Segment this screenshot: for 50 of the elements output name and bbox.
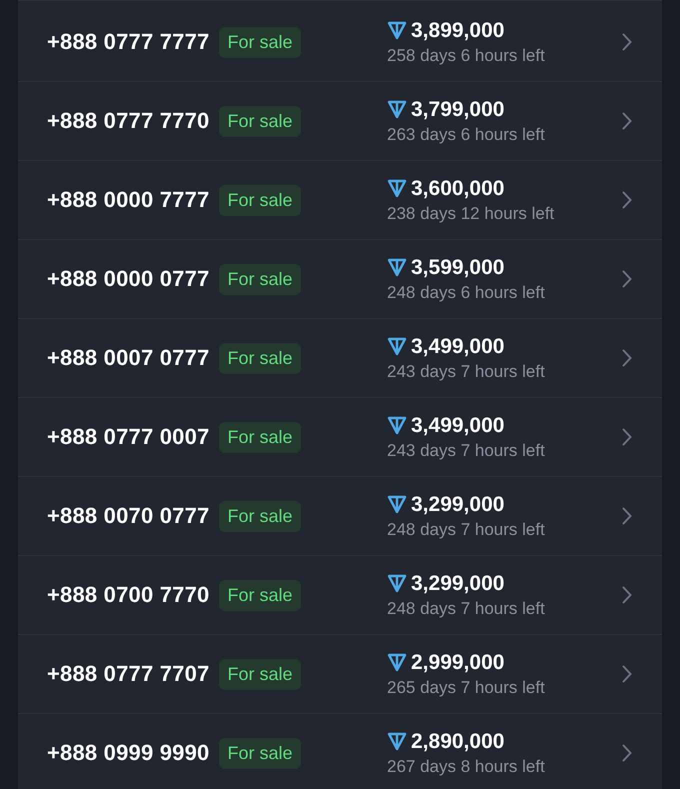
phone-number: +888 0007 0777 [47, 345, 210, 371]
time-left: 243 days 7 hours left [387, 362, 546, 382]
chevron-icon[interactable] [622, 744, 632, 762]
time-left: 248 days 6 hours left [387, 282, 546, 302]
status-badge: For sale [219, 184, 300, 216]
phone-number: +888 0777 7707 [47, 661, 210, 687]
time-left: 267 days 8 hours left [387, 756, 546, 776]
phone-number: +888 0000 7777 [47, 187, 210, 213]
price: 3,899,000 [411, 18, 504, 42]
status-badge: For sale [219, 422, 300, 452]
chevron-icon[interactable] [622, 428, 632, 446]
chevron-icon[interactable] [622, 270, 632, 288]
chevron-icon[interactable] [622, 507, 632, 525]
status-badge: For sale [219, 580, 300, 610]
price: 2,999,000 [411, 650, 504, 674]
phone-number: +888 0000 0777 [47, 266, 210, 292]
time-left: 243 days 7 hours left [387, 440, 546, 460]
status-badge: For sale [219, 500, 300, 532]
price: 2,890,000 [411, 730, 504, 754]
price: 3,299,000 [411, 492, 504, 516]
phone-number: +888 0777 7777 [47, 29, 210, 55]
phone-number: +888 0070 0777 [47, 503, 210, 529]
phone-number: +888 0700 7770 [47, 582, 210, 608]
price: 3,799,000 [411, 98, 504, 122]
price: 3,600,000 [411, 176, 504, 200]
price: 3,499,000 [411, 334, 504, 358]
chevron-icon[interactable] [622, 665, 632, 683]
status-badge: For sale [219, 26, 300, 58]
status-badge: For sale [219, 342, 300, 374]
chevron-icon[interactable] [622, 349, 632, 367]
status-badge: For sale [219, 658, 300, 690]
price: 3,299,000 [411, 572, 504, 596]
time-left: 258 days 6 hours left [387, 46, 546, 66]
phone-number: +888 0777 7770 [47, 108, 210, 134]
chevron-icon[interactable] [622, 586, 632, 604]
time-left: 263 days 6 hours left [387, 124, 546, 144]
time-left: 238 days 12 hours left [387, 204, 556, 224]
price: 3,599,000 [411, 256, 504, 280]
time-left: 265 days 7 hours left [387, 678, 546, 698]
chevron-icon[interactable] [622, 112, 632, 130]
status-badge: For sale [219, 738, 300, 768]
chevron-icon[interactable] [622, 33, 632, 51]
phone-number: +888 0999 9990 [47, 740, 210, 766]
status-badge: For sale [219, 106, 300, 136]
time-left: 248 days 7 hours left [387, 598, 546, 618]
phone-number: +888 0777 0007 [47, 424, 210, 450]
chevron-icon[interactable] [622, 191, 632, 209]
status-badge: For sale [219, 264, 300, 294]
time-left: 248 days 7 hours left [387, 520, 546, 540]
price: 3,499,000 [411, 414, 504, 438]
